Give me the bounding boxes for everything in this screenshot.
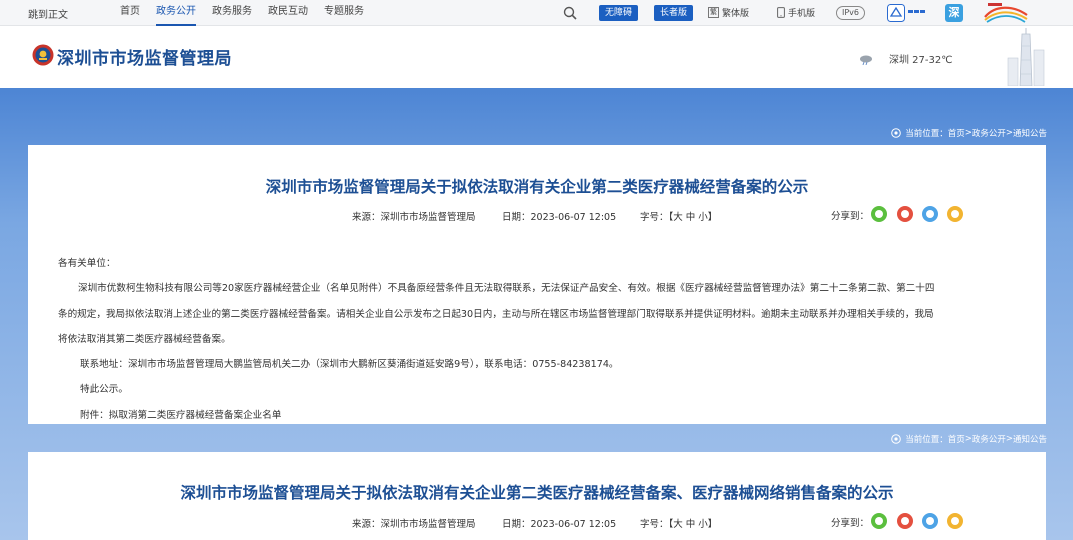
qzone-icon[interactable] xyxy=(947,513,963,529)
location-pin-icon xyxy=(891,434,901,444)
breadcrumb-sep: > xyxy=(964,434,972,444)
traditional-label: 繁体版 xyxy=(722,9,750,19)
font-size-control[interactable]: 字号：【大 中 小】 xyxy=(640,516,717,530)
wechat-icon[interactable] xyxy=(871,513,887,529)
article-card: 深圳市市场监督管理局关于拟依法取消有关企业第二类医疗器械经营备案、医疗器械网络销… xyxy=(28,452,1046,540)
breadcrumb-gov-affairs[interactable]: 政务公开 xyxy=(972,127,1006,139)
skip-to-content-link[interactable]: 跳到正文 xyxy=(28,6,68,21)
nav-home[interactable]: 首页 xyxy=(120,0,140,26)
gov-app-icon[interactable] xyxy=(887,4,905,22)
article-date: 日期：2023-06-07 12:05 xyxy=(502,212,617,223)
top-utility-bar: 跳到正文 首页 政务公开 政务服务 政民互动 专题服务 无障碍 长者版 繁繁体版… xyxy=(0,0,1073,26)
shenzhen-app-icon[interactable]: 深 xyxy=(945,4,963,22)
breadcrumb-sep: > xyxy=(964,128,972,138)
share-label: 分享到： xyxy=(831,518,870,529)
nav-gov-affairs[interactable]: 政务公开 xyxy=(156,0,196,26)
font-size-control[interactable]: 字号：【大 中 小】 xyxy=(640,209,717,223)
breadcrumb-home[interactable]: 首页 xyxy=(948,433,965,445)
traditional-chinese-link[interactable]: 繁繁体版 xyxy=(708,6,749,19)
article-source: 来源：深圳市市场监督管理局 xyxy=(352,519,476,530)
salutation: 各有关单位： xyxy=(58,258,116,269)
qq-icon[interactable] xyxy=(922,206,938,222)
skyline-decoration-icon xyxy=(1007,28,1045,86)
article-title: 深圳市市场监督管理局关于拟依法取消有关企业第二类医疗器械经营备案、医疗器械网络销… xyxy=(180,484,894,502)
mobile-label: 手机版 xyxy=(788,9,816,19)
location-pin-icon xyxy=(891,128,901,138)
body-paragraph: 深圳市优数柯生物科技有限公司等20家医疗器械经营企业（名单见附件）不具备原经营条… xyxy=(58,283,935,345)
traditional-icon: 繁 xyxy=(708,7,719,18)
mobile-version-link[interactable]: 手机版 xyxy=(777,6,815,19)
share-label: 分享到： xyxy=(831,211,870,222)
breadcrumb-sep: > xyxy=(1005,434,1013,444)
article-source: 来源：深圳市市场监督管理局 xyxy=(352,212,476,223)
breadcrumb-notices[interactable]: 通知公告 xyxy=(1013,433,1047,445)
qq-icon[interactable] xyxy=(922,513,938,529)
weather-icon xyxy=(860,55,872,65)
article-title: 深圳市市场监督管理局关于拟依法取消有关企业第二类医疗器械经营备案的公示 xyxy=(265,178,809,196)
breadcrumb-label: 当前位置： xyxy=(905,435,948,445)
breadcrumb-sep: > xyxy=(1005,128,1013,138)
wechat-icon[interactable] xyxy=(871,206,887,222)
contact-info: 联系地址：深圳市市场监督管理局大鹏监管局机关二办（深圳市大鹏新区葵涌街道延安路9… xyxy=(80,359,619,371)
attachment-link[interactable]: 附件：拟取消第二类医疗器械经营备案企业名单 xyxy=(80,403,936,428)
site-header: 深圳市市场监督管理局 深圳 27-32℃ xyxy=(0,26,1073,88)
emblem-icon xyxy=(32,44,54,66)
qzone-icon[interactable] xyxy=(947,206,963,222)
article-date: 日期：2023-06-07 12:05 xyxy=(502,519,617,530)
nav-interaction[interactable]: 政民互动 xyxy=(268,0,308,26)
site-title[interactable]: 深圳市市场监督管理局 xyxy=(57,44,232,69)
phone-icon xyxy=(777,7,785,18)
breadcrumb-notices[interactable]: 通知公告 xyxy=(1013,127,1047,139)
weibo-icon[interactable] xyxy=(897,513,913,529)
gov-app-label-icon xyxy=(908,10,925,13)
breadcrumb: 当前位置： 首页 > 政务公开 > 通知公告 xyxy=(891,127,1047,139)
nav-special-services[interactable]: 专题服务 xyxy=(324,0,364,26)
weibo-icon[interactable] xyxy=(897,206,913,222)
elder-mode-button[interactable]: 长者版 xyxy=(654,5,694,21)
closing-notice: 特此公示。 xyxy=(80,384,128,396)
breadcrumb-label: 当前位置： xyxy=(905,129,948,139)
breadcrumb: 当前位置： 首页 > 政务公开 > 通知公告 xyxy=(891,433,1047,445)
nav-gov-services[interactable]: 政务服务 xyxy=(212,0,252,26)
breadcrumb-gov-affairs[interactable]: 政务公开 xyxy=(972,433,1006,445)
accessibility-button[interactable]: 无障碍 xyxy=(599,5,639,21)
breadcrumb-home[interactable]: 首页 xyxy=(948,127,965,139)
shenzhen-brand-logo-icon[interactable] xyxy=(983,1,1029,23)
ipv6-badge: IPv6 xyxy=(836,6,866,20)
top-nav: 首页 政务公开 政务服务 政民互动 专题服务 xyxy=(120,0,380,26)
weather-text: 深圳 27-32℃ xyxy=(889,55,953,66)
search-icon[interactable] xyxy=(563,6,577,20)
article-body: 各有关单位： 深圳市优数柯生物科技有限公司等20家医疗器械经营企业（名单见附件）… xyxy=(58,251,936,428)
